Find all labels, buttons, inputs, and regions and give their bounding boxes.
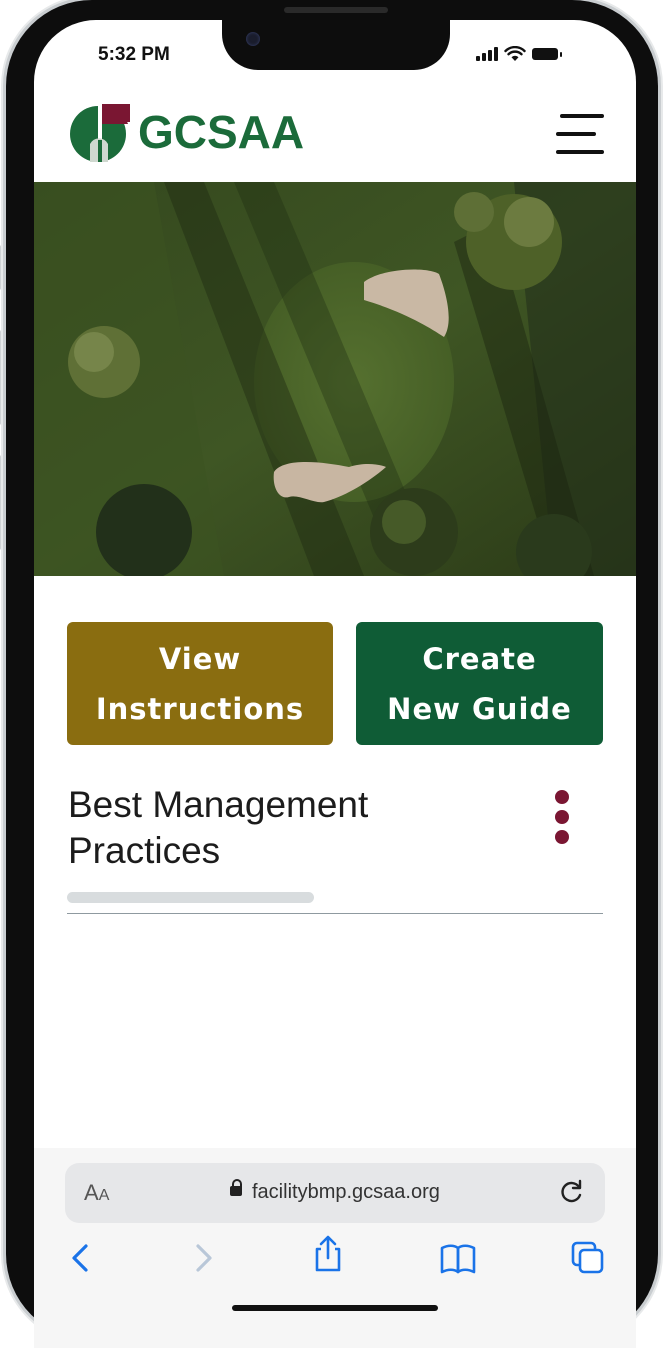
lock-icon <box>230 1179 242 1196</box>
forward-icon[interactable] <box>182 1238 222 1278</box>
home-indicator[interactable] <box>232 1305 438 1311</box>
gcsaa-logo-icon <box>70 104 130 162</box>
text-size-big: A <box>84 1180 99 1205</box>
view-instructions-button[interactable]: View Instructions <box>67 622 333 745</box>
reload-icon[interactable] <box>558 1178 586 1206</box>
create-button-line1: Create <box>422 641 537 676</box>
battery-icon <box>532 48 562 60</box>
tabs-icon[interactable] <box>568 1238 608 1278</box>
section-title-line1: Best Management <box>68 784 369 825</box>
progress-bar <box>67 892 314 903</box>
section-title-line2: Practices <box>68 830 221 871</box>
hero-golf-course-image <box>34 182 636 576</box>
speaker <box>284 7 388 13</box>
view-button-line2: Instructions <box>95 691 305 726</box>
signal-icon <box>476 47 498 61</box>
create-new-guide-button[interactable]: Create New Guide <box>356 622 603 745</box>
front-camera <box>246 32 260 46</box>
text-size-small: A <box>98 1187 110 1204</box>
status-time: 5:32 PM <box>98 44 170 65</box>
section-divider <box>67 913 603 914</box>
hamburger-menu-button[interactable] <box>556 112 604 156</box>
back-icon[interactable] <box>62 1238 102 1278</box>
gcsaa-logo[interactable]: GCSAA <box>68 100 304 164</box>
status-icons <box>476 46 562 62</box>
view-button-line1: View <box>158 641 242 676</box>
wifi-icon <box>504 46 526 61</box>
text-size-button[interactable]: AA <box>84 1180 109 1206</box>
menu-line <box>556 132 596 136</box>
url-text: facilitybmp.gcsaa.org <box>252 1181 440 1203</box>
bookmarks-icon[interactable] <box>438 1238 478 1278</box>
logo-text: GCSAA <box>138 106 305 158</box>
menu-line <box>556 150 604 154</box>
kebab-menu-icon[interactable] <box>552 790 572 846</box>
create-button-line2: New Guide <box>387 691 572 726</box>
section-title: Best Management Practices <box>68 782 488 874</box>
menu-line <box>560 114 604 118</box>
share-icon[interactable] <box>308 1234 348 1274</box>
